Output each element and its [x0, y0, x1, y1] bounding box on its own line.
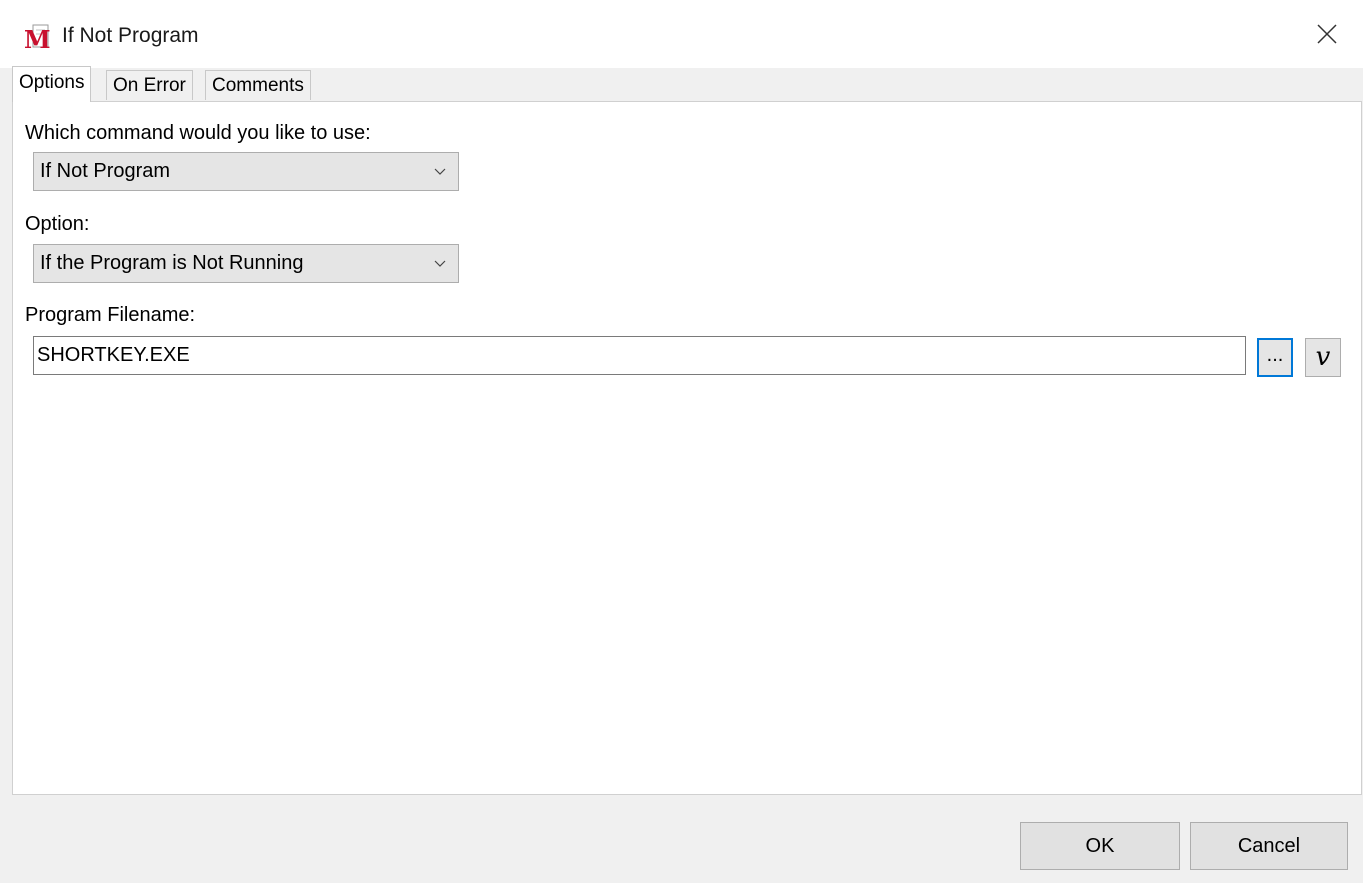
window-title: If Not Program — [62, 24, 199, 47]
browse-button[interactable]: ... — [1257, 338, 1293, 377]
option-dropdown-value: If the Program is Not Running — [40, 252, 304, 274]
ok-button[interactable]: OK — [1020, 822, 1180, 870]
tab-on-error[interactable]: On Error — [106, 70, 193, 100]
options-panel: Which command would you like to use: If … — [12, 101, 1362, 795]
filename-label: Program Filename: — [25, 304, 196, 326]
dialog-window: M If Not Program Options On Error Commen… — [0, 0, 1363, 883]
command-dropdown-value: If Not Program — [40, 160, 171, 182]
chevron-down-icon — [434, 168, 446, 175]
option-dropdown[interactable]: If the Program is Not Running — [33, 244, 459, 283]
filename-input[interactable]: SHORTKEY.EXE — [33, 336, 1246, 375]
tab-comments[interactable]: Comments — [205, 70, 311, 100]
app-icon-letter: M — [24, 25, 50, 50]
close-button[interactable] — [1302, 12, 1352, 56]
dialog-footer: OK Cancel — [0, 796, 1363, 883]
title-bar: M If Not Program — [0, 0, 1363, 68]
command-dropdown[interactable]: If Not Program — [33, 152, 459, 191]
close-icon — [1317, 24, 1337, 44]
tab-options[interactable]: Options — [12, 66, 92, 102]
variable-button[interactable]: v — [1305, 338, 1341, 377]
chevron-down-icon — [434, 260, 446, 267]
cancel-button[interactable]: Cancel — [1190, 822, 1348, 870]
command-label: Which command would you like to use: — [25, 122, 371, 144]
option-label: Option: — [25, 213, 90, 235]
app-icon: M — [24, 24, 51, 54]
